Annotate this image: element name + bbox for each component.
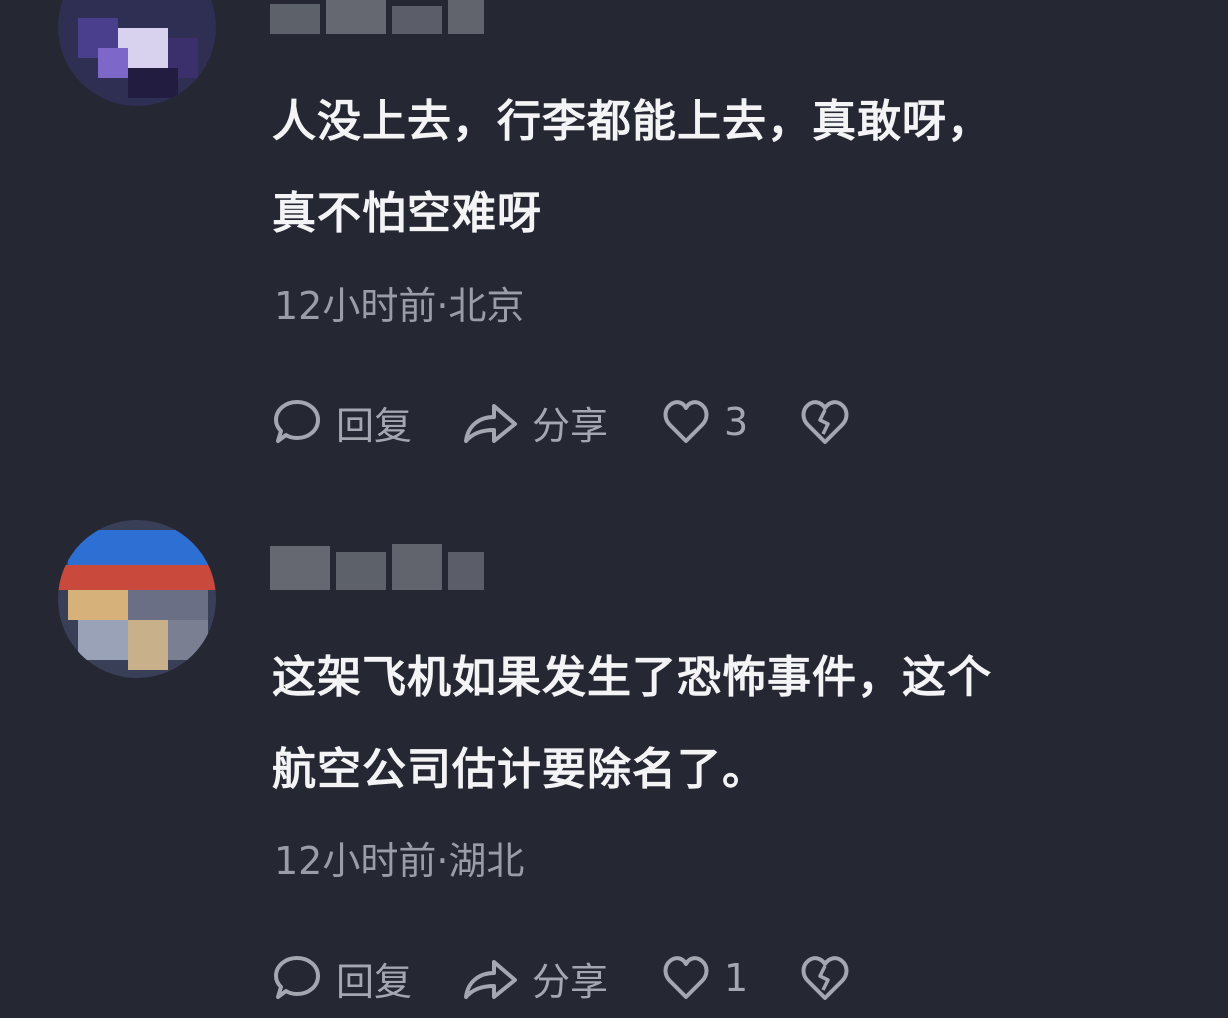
comment-text-line: 人没上去，行李都能上去，真敢呀， bbox=[272, 96, 992, 147]
username-pixel bbox=[326, 0, 386, 34]
comment-bubble-icon bbox=[274, 400, 320, 443]
share-button[interactable]: 分享 bbox=[460, 951, 608, 1006]
avatar-pixel bbox=[128, 590, 208, 620]
share-label: 分享 bbox=[532, 959, 609, 1004]
like-button[interactable]: 1 bbox=[662, 955, 748, 1001]
username-pixel bbox=[448, 552, 484, 590]
username-pixel bbox=[270, 546, 330, 590]
username-pixel bbox=[392, 6, 442, 34]
share-button[interactable]: 分享 bbox=[460, 395, 608, 450]
comment-text-line: 这架飞机如果发生了恐怖事件，这个 bbox=[272, 652, 992, 703]
share-label: 分享 bbox=[532, 403, 609, 448]
username-pixel bbox=[392, 544, 442, 590]
heart-icon bbox=[663, 956, 709, 999]
username-blurred[interactable] bbox=[270, 538, 485, 598]
avatar-pixel bbox=[168, 620, 208, 660]
comment-text-line: 航空公司估计要除名了。 bbox=[272, 744, 767, 795]
like-button[interactable]: 3 bbox=[662, 399, 748, 445]
reply-button[interactable]: 回复 bbox=[272, 395, 412, 450]
avatar-pixel bbox=[78, 620, 128, 660]
username-blurred[interactable] bbox=[270, 0, 485, 40]
broken-heart-icon bbox=[801, 400, 849, 444]
comment-text: 人没上去，行李都能上去，真敢呀， 真不怕空难呀 bbox=[272, 76, 1192, 260]
comment-meta: 12小时前·湖北 bbox=[274, 839, 525, 883]
share-arrow-icon bbox=[464, 960, 518, 999]
avatar-pixel bbox=[58, 565, 216, 590]
like-count: 1 bbox=[724, 956, 749, 1000]
reply-label: 回复 bbox=[336, 959, 413, 1004]
avatar[interactable] bbox=[58, 0, 216, 106]
avatar-pixel bbox=[68, 590, 128, 620]
avatar-pixel bbox=[98, 48, 128, 78]
comment-item-2: 这架飞机如果发生了恐怖事件，这个 航空公司估计要除名了。 12小时前·湖北 回复… bbox=[0, 500, 1228, 1018]
heart-icon bbox=[663, 400, 709, 443]
avatar-pixel bbox=[68, 530, 208, 565]
avatar-pixel bbox=[128, 620, 168, 670]
username-pixel bbox=[336, 552, 386, 590]
comment-actions: 回复 分享 3 bbox=[272, 392, 850, 452]
username-pixel bbox=[448, 0, 484, 34]
dislike-button[interactable] bbox=[800, 954, 850, 1002]
comment-meta: 12小时前·北京 bbox=[274, 284, 525, 328]
comment-text: 这架飞机如果发生了恐怖事件，这个 航空公司估计要除名了。 bbox=[272, 632, 1192, 816]
comment-actions: 回复 分享 1 bbox=[272, 948, 850, 1008]
reply-label: 回复 bbox=[336, 403, 413, 448]
comment-item-1: 人没上去，行李都能上去，真敢呀， 真不怕空难呀 12小时前·北京 回复 分享 3 bbox=[0, 0, 1228, 480]
reply-button[interactable]: 回复 bbox=[272, 951, 412, 1006]
share-arrow-icon bbox=[464, 404, 518, 443]
like-count: 3 bbox=[724, 400, 749, 444]
avatar[interactable] bbox=[58, 520, 216, 678]
dislike-button[interactable] bbox=[800, 398, 850, 446]
comment-text-line: 真不怕空难呀 bbox=[272, 188, 542, 239]
comment-bubble-icon bbox=[274, 956, 320, 999]
broken-heart-icon bbox=[801, 956, 849, 1000]
username-pixel bbox=[270, 4, 320, 34]
avatar-pixel bbox=[128, 68, 178, 98]
